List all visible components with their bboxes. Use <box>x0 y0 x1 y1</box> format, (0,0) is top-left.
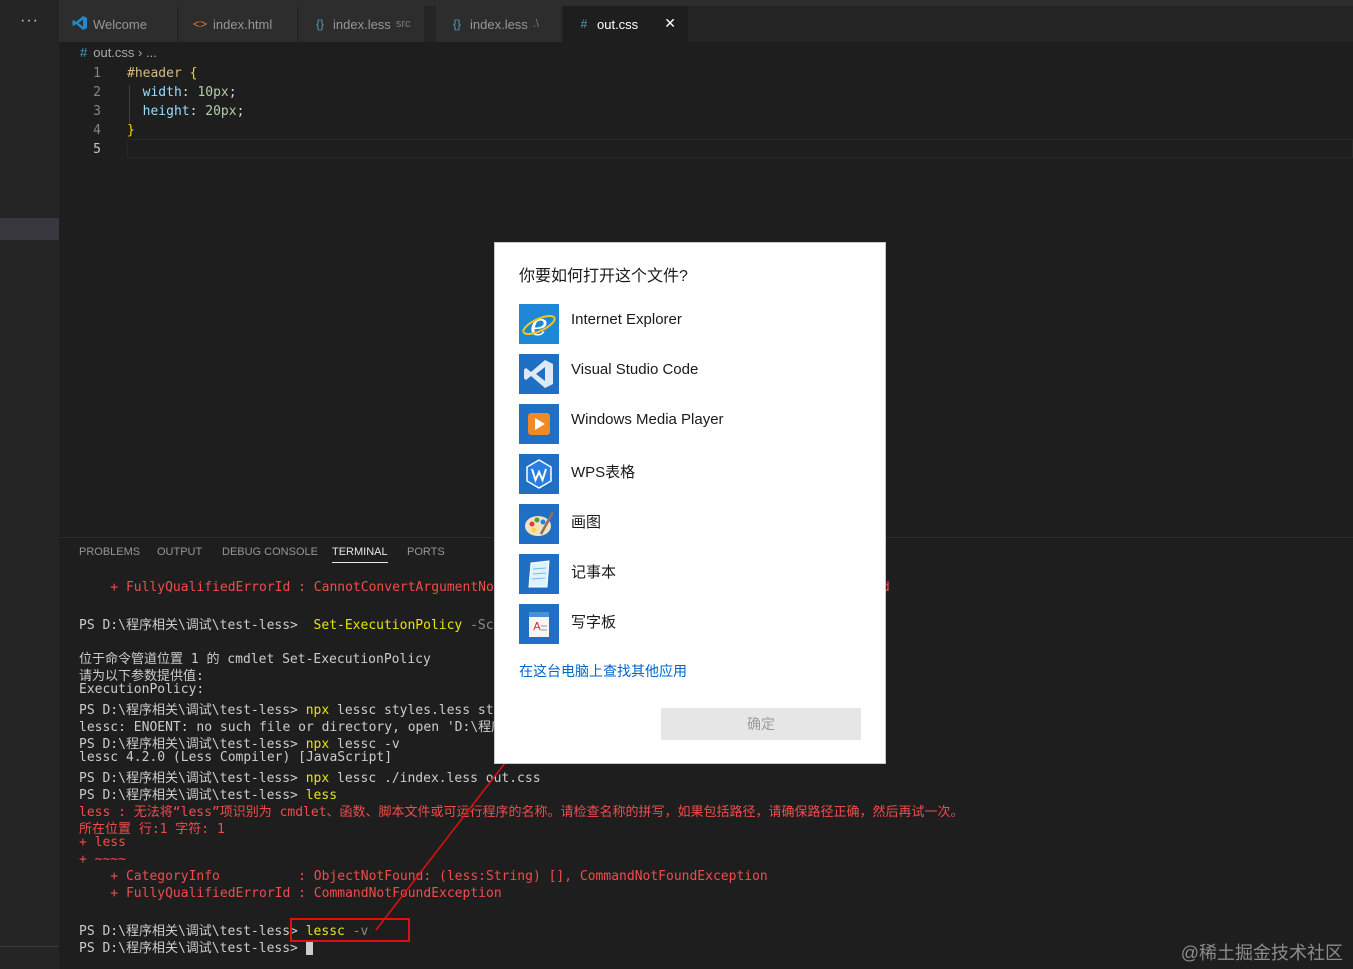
tab-label: index.less <box>333 16 391 32</box>
tab-path-hint: .\ <box>532 18 539 30</box>
tab-label: index.html <box>213 16 273 32</box>
tab-label: index.less <box>470 16 528 32</box>
hash-file-icon: # <box>580 17 588 31</box>
tab-debug-console[interactable]: DEBUG CONSOLE <box>222 546 318 558</box>
breadcrumb: # out.css › ... <box>80 45 157 60</box>
app-name: Windows Media Player <box>571 411 724 428</box>
app-option-internet-explorer[interactable]: e Internet Explorer <box>519 304 859 346</box>
terminal-error-line: + FullyQualifiedErrorId : CommandNotFoun… <box>79 886 502 901</box>
wps-icon <box>519 454 559 494</box>
tab-ports[interactable]: PORTS <box>407 546 445 558</box>
vscode-icon <box>519 354 559 394</box>
breadcrumb-file[interactable]: out.css <box>93 45 134 60</box>
tab-terminal[interactable]: TERMINAL <box>332 546 388 563</box>
media-player-icon <box>519 404 559 444</box>
terminal-error-line: + CategoryInfo : ObjectNotFound: (less:S… <box>79 869 768 884</box>
app-name: Visual Studio Code <box>571 361 699 378</box>
svg-text:e: e <box>530 308 548 343</box>
app-option-wps[interactable]: WPS表格 <box>519 454 859 496</box>
terminal-error-line: + ~~~~ <box>79 852 126 867</box>
app-name: 画图 <box>571 514 602 531</box>
open-brace: { <box>189 66 198 81</box>
app-option-paint[interactable]: 画图 <box>519 504 859 546</box>
editor-tab-bar: Welcome <> index.html {} index.less src … <box>59 0 1353 42</box>
line-number: 5 <box>93 142 101 157</box>
terminal-line: lessc 4.2.0 (Less Compiler) [JavaScript] <box>79 750 393 765</box>
tab-path-hint: src <box>395 18 411 30</box>
tab-index-html[interactable]: <> index.html <box>179 6 298 42</box>
terminal-prompt: PS D:\程序相关\调试\test-less> <box>79 618 306 633</box>
app-name: Internet Explorer <box>571 311 682 328</box>
terminal-cursor <box>305 940 313 955</box>
app-name: 记事本 <box>571 564 617 581</box>
close-icon[interactable]: ✕ <box>664 15 676 32</box>
paint-icon <box>519 504 559 544</box>
terminal-line: PS D:\程序相关\调试\test-less> Set-ExecutionPo… <box>79 614 533 633</box>
line-number: 2 <box>93 85 101 100</box>
activity-divider <box>0 946 59 947</box>
terminal-arguments: lessc ./index.less out.css <box>329 771 541 786</box>
css-property: width <box>142 85 182 100</box>
tab-label: Welcome <box>93 16 147 32</box>
internet-explorer-icon: e <box>519 304 559 344</box>
code-line: height: 20px; <box>142 104 245 119</box>
tab-welcome[interactable]: Welcome <box>59 6 178 42</box>
css-value: 20px <box>205 104 237 119</box>
code-line: width: 10px; <box>142 85 237 100</box>
tab-index-less-root[interactable]: {} index.less .\ <box>436 6 562 42</box>
line-number: 3 <box>93 104 101 119</box>
terminal-line: + FullyQualifiedErrorId : CannotConvertA… <box>79 580 549 595</box>
watermark: @稀土掘金技术社区 <box>1180 943 1343 963</box>
breadcrumb-symbols[interactable]: ... <box>146 45 157 60</box>
find-other-apps-link[interactable]: 在这台电脑上查找其他应用 <box>519 661 687 681</box>
notepad-icon <box>519 554 559 594</box>
terminal-prompt: PS D:\程序相关\调试\test-less> <box>79 941 306 956</box>
terminal-command: Set-ExecutionPolicy <box>305 618 463 633</box>
code-line: } <box>127 123 135 138</box>
css-value: 10px <box>197 85 229 100</box>
tab-output[interactable]: OUTPUT <box>157 546 202 558</box>
app-option-visual-studio-code[interactable]: Visual Studio Code <box>519 354 859 396</box>
code-line: #header { <box>127 66 197 81</box>
tab-index-less-src[interactable]: {} index.less src <box>299 6 425 42</box>
hash-file-icon: # <box>80 45 88 60</box>
open-with-dialog: 你要如何打开这个文件? e Internet Explorer Visual S… <box>494 242 886 764</box>
ok-button[interactable]: 确定 <box>661 708 861 740</box>
css-property: height <box>142 104 190 119</box>
svg-text:A: A <box>533 620 541 633</box>
more-actions-icon[interactable]: ··· <box>0 12 59 30</box>
html-file-icon: <> <box>192 17 207 31</box>
vscode-logo-icon <box>71 15 89 34</box>
terminal-line: ExecutionPolicy: <box>79 682 205 697</box>
braces-file-icon: {} <box>315 17 324 31</box>
css-selector: #header <box>127 66 182 81</box>
tab-out-css[interactable]: # out.css ✕ <box>563 6 689 42</box>
terminal-input-line[interactable]: PS D:\程序相关\调试\test-less> <box>79 937 313 956</box>
chevron-right-icon: › <box>138 45 143 60</box>
close-brace: } <box>127 123 135 138</box>
app-name: WPS表格 <box>571 464 636 481</box>
app-name: 写字板 <box>571 614 617 631</box>
tab-problems[interactable]: PROBLEMS <box>79 546 140 558</box>
app-option-windows-media-player[interactable]: Windows Media Player <box>519 404 859 446</box>
current-line-highlight <box>127 139 1353 158</box>
activity-bar: ··· <box>0 0 59 969</box>
braces-file-icon: {} <box>452 17 461 31</box>
tab-label: out.css <box>597 16 639 32</box>
app-option-wordpad[interactable]: A 写字板 <box>519 604 859 646</box>
terminal-error-line: + less <box>79 835 126 850</box>
line-number: 4 <box>93 123 101 138</box>
app-option-notepad[interactable]: 记事本 <box>519 554 859 596</box>
activity-selected-row <box>0 218 59 240</box>
dialog-title: 你要如何打开这个文件? <box>519 268 688 285</box>
wordpad-icon: A <box>519 604 559 644</box>
annotation-highlight-box <box>290 918 410 942</box>
line-number: 1 <box>93 66 101 81</box>
